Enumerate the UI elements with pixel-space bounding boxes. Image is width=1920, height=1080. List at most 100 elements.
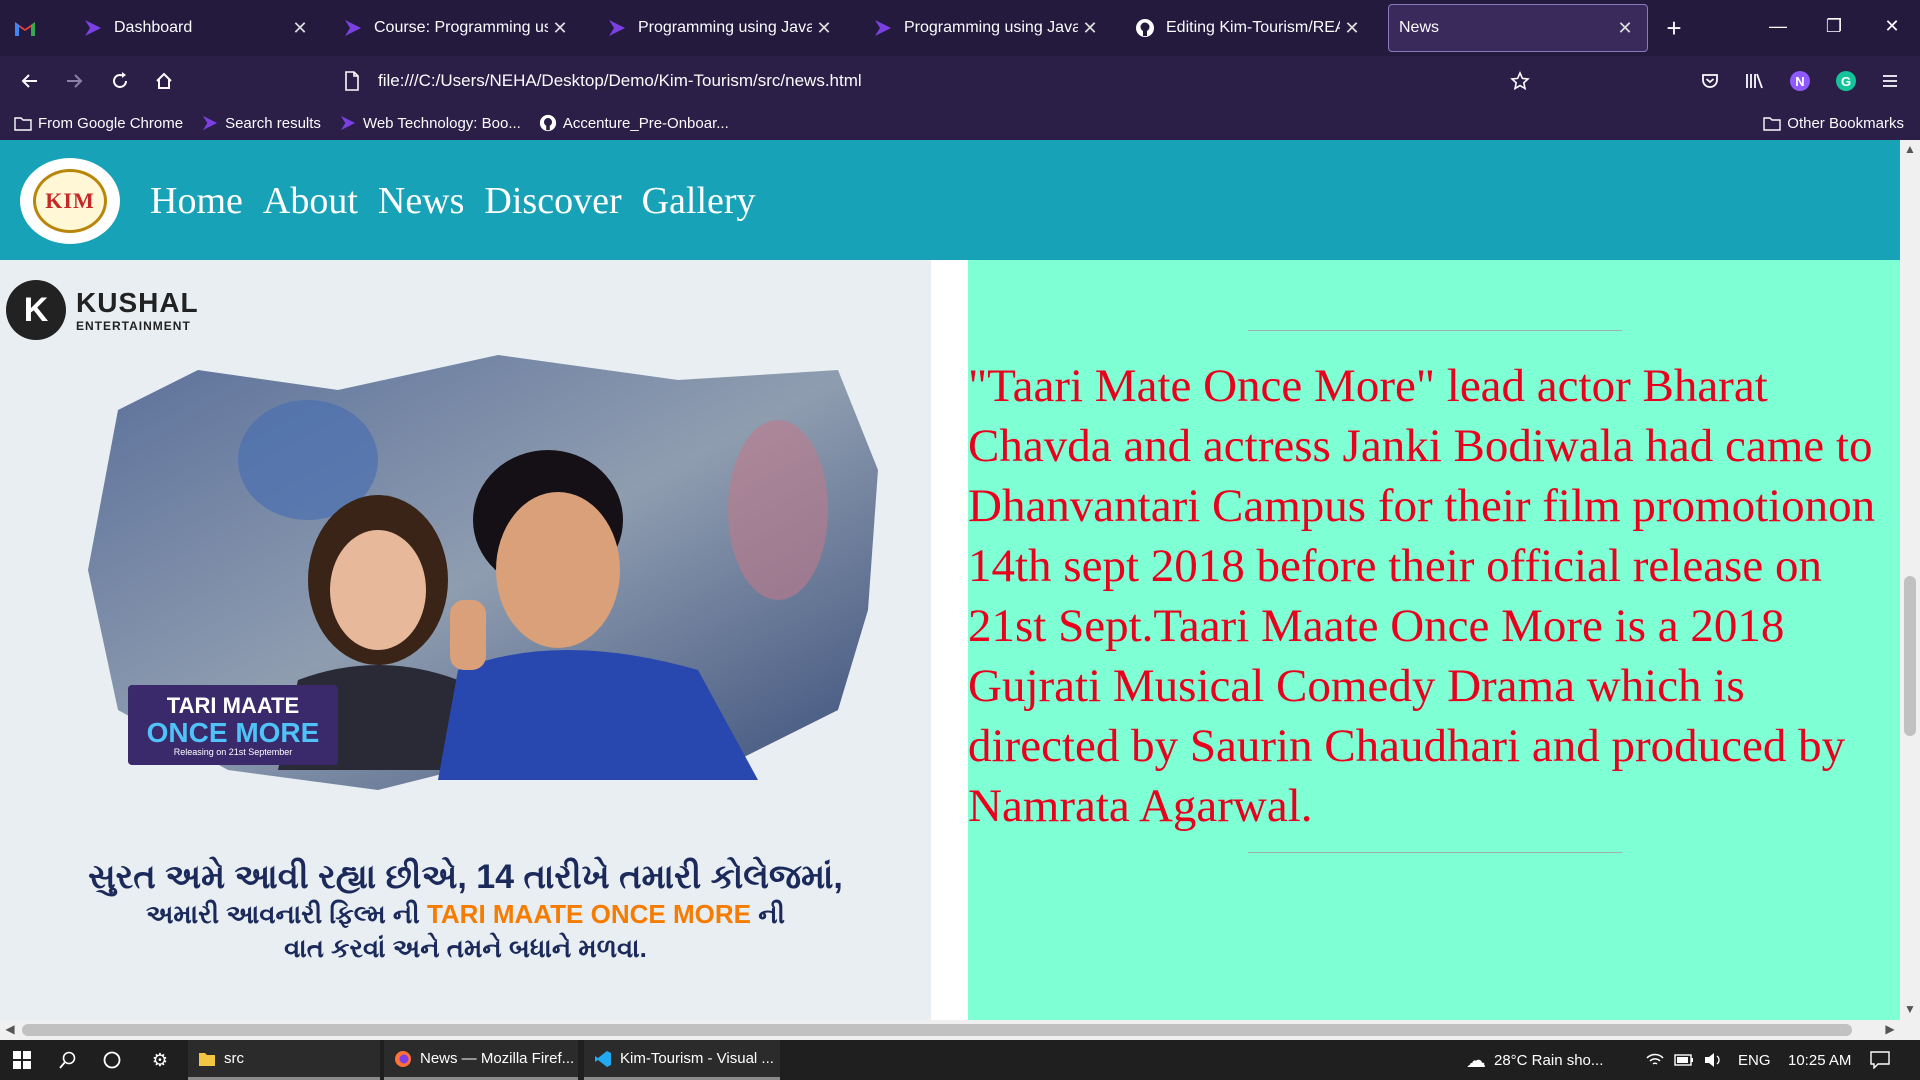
scroll-left-icon[interactable]: ◀ bbox=[2, 1022, 18, 1038]
tab-java-con[interactable]: Programming using Java Con ✕ bbox=[596, 4, 846, 52]
news-poster-image: K KUSHAL ENTERTAINMENT TARI MAATE ONCE M… bbox=[0, 260, 931, 1020]
tab-title: Dashboard bbox=[114, 19, 193, 36]
close-icon[interactable]: ✕ bbox=[1340, 16, 1364, 40]
taskbar-app-firefox[interactable]: News — Mozilla Firef... bbox=[384, 1040, 578, 1080]
tab-news[interactable]: News ✕ bbox=[1388, 4, 1648, 52]
wifi-icon[interactable] bbox=[1646, 1040, 1664, 1080]
library-icon[interactable] bbox=[1738, 65, 1770, 97]
other-bookmarks-label: Other Bookmarks bbox=[1787, 114, 1904, 132]
grammarly-extension-icon[interactable]: G bbox=[1830, 65, 1862, 97]
tab-title: Editing Kim-Tourism/READM bbox=[1166, 19, 1340, 36]
volume-icon[interactable] bbox=[1704, 1040, 1722, 1080]
close-icon[interactable]: ✕ bbox=[1078, 16, 1102, 40]
logo-text: KIM bbox=[45, 188, 95, 213]
tagline-line1: સુરત અમે આવી રહ્યા છીએ, 14 તારીખે તમારી … bbox=[88, 858, 843, 896]
bookmark-label: Accenture_Pre-Onboar... bbox=[562, 114, 729, 132]
kushal-entertainment-logo: K KUSHAL ENTERTAINMENT bbox=[6, 280, 199, 340]
bookmark-star-icon[interactable] bbox=[1506, 67, 1534, 95]
close-icon[interactable]: ✕ bbox=[548, 16, 572, 40]
navigation-toolbar: file:///C:/Users/NEHA/Desktop/Demo/Kim-T… bbox=[0, 56, 1920, 106]
close-icon[interactable]: ✕ bbox=[812, 16, 836, 40]
tab-title: Programming using Java Mo bbox=[904, 19, 1078, 36]
profile-initial: N bbox=[1790, 71, 1810, 91]
tagline-line2-start: અમારી આવનારી ફિલ્મ ની bbox=[145, 899, 427, 929]
horizontal-scroll-thumb[interactable] bbox=[22, 1024, 1852, 1036]
arrow-icon bbox=[872, 17, 894, 39]
tab-gmail[interactable] bbox=[0, 4, 72, 52]
back-arrow-icon bbox=[21, 74, 37, 88]
site-header: KIM Home About News Discover Gallery bbox=[0, 140, 1900, 260]
bookmark-search-results[interactable]: Search results bbox=[201, 114, 321, 132]
language-indicator[interactable]: ENG bbox=[1738, 1040, 1771, 1080]
scroll-down-icon[interactable]: ▼ bbox=[1902, 1002, 1918, 1018]
column-gutter bbox=[931, 260, 968, 1020]
start-button[interactable] bbox=[0, 1040, 44, 1080]
battery-icon[interactable] bbox=[1674, 1040, 1694, 1080]
pocket-icon[interactable] bbox=[1694, 65, 1726, 97]
folder-icon bbox=[198, 1050, 216, 1068]
weather-widget[interactable]: ☁ 28°C Rain sho... bbox=[1466, 1040, 1603, 1080]
arrow-icon bbox=[82, 17, 104, 39]
tab-github-readme[interactable]: Editing Kim-Tourism/READM ✕ bbox=[1124, 4, 1374, 52]
minimize-button[interactable]: — bbox=[1750, 0, 1806, 52]
gmail-icon bbox=[14, 17, 36, 39]
vertical-scrollbar[interactable]: ▲ ▼ bbox=[1900, 140, 1920, 1020]
other-bookmarks[interactable]: Other Bookmarks bbox=[1763, 106, 1904, 140]
back-button[interactable] bbox=[14, 65, 46, 97]
bookmark-web-technology[interactable]: Web Technology: Boo... bbox=[339, 114, 521, 132]
badge-line2: ONCE MORE bbox=[146, 717, 320, 748]
windows-taskbar: ⚙ src News — Mozilla Firef... Kim-Touris… bbox=[0, 1040, 1920, 1080]
clock[interactable]: 10:25 AM bbox=[1788, 1040, 1851, 1080]
scroll-up-icon[interactable]: ▲ bbox=[1902, 142, 1918, 158]
notification-icon[interactable] bbox=[1870, 1040, 1890, 1080]
profile-avatar[interactable]: N bbox=[1784, 65, 1816, 97]
nav-news-link[interactable]: News bbox=[378, 178, 465, 224]
kushal-k-icon: K bbox=[6, 280, 66, 340]
address-bar[interactable]: file:///C:/Users/NEHA/Desktop/Demo/Kim-T… bbox=[334, 63, 1540, 99]
reload-button[interactable] bbox=[104, 65, 136, 97]
horizontal-scrollbar[interactable]: ◀ ▶ bbox=[0, 1020, 1900, 1040]
arrow-icon bbox=[339, 114, 357, 132]
tab-dashboard[interactable]: Dashboard ✕ bbox=[72, 4, 322, 52]
site-nav: Home About News Discover Gallery bbox=[150, 178, 776, 224]
scrollbar-corner bbox=[1900, 1020, 1920, 1040]
tab-java-mo[interactable]: Programming using Java Mo ✕ bbox=[862, 4, 1112, 52]
home-button[interactable] bbox=[148, 65, 180, 97]
logo-emblem: KIM bbox=[33, 169, 107, 233]
nav-about-link[interactable]: About bbox=[263, 178, 358, 224]
restore-button[interactable]: ❐ bbox=[1806, 0, 1862, 52]
tab-course[interactable]: Course: Programming using J ✕ bbox=[332, 4, 582, 52]
settings-button[interactable]: ⚙ bbox=[140, 1040, 180, 1080]
scroll-right-icon[interactable]: ▶ bbox=[1882, 1022, 1898, 1038]
taskbar-app-vscode[interactable]: Kim-Tourism - Visual ... bbox=[584, 1040, 780, 1080]
bookmark-accenture[interactable]: Accenture_Pre-Onboar... bbox=[539, 114, 729, 132]
divider-bottom bbox=[1248, 852, 1622, 853]
vscode-icon bbox=[594, 1050, 612, 1068]
close-icon[interactable]: ✕ bbox=[1613, 16, 1637, 40]
poster-tagline: સુરત અમે આવી રહ્યા છીએ, 14 તારીખે તમારી … bbox=[0, 858, 931, 965]
bookmark-label: Search results bbox=[225, 114, 321, 132]
folder-icon bbox=[1763, 116, 1781, 131]
nav-gallery-link[interactable]: Gallery bbox=[642, 178, 756, 224]
github-icon bbox=[539, 114, 557, 132]
nav-discover-link[interactable]: Discover bbox=[484, 178, 621, 224]
close-icon[interactable]: ✕ bbox=[288, 16, 312, 40]
brand-sub: ENTERTAINMENT bbox=[76, 319, 191, 333]
forward-button[interactable] bbox=[58, 65, 90, 97]
close-window-button[interactable]: ✕ bbox=[1864, 0, 1920, 52]
new-tab-button[interactable]: + bbox=[1660, 14, 1688, 42]
bookmarks-bar: From Google Chrome Search results Web Te… bbox=[0, 106, 1920, 140]
cloud-rain-icon: ☁ bbox=[1466, 1049, 1486, 1072]
site-logo[interactable]: KIM bbox=[20, 158, 120, 244]
nav-home-link[interactable]: Home bbox=[150, 178, 243, 224]
folder-icon bbox=[14, 114, 32, 132]
bookmark-from-google-chrome[interactable]: From Google Chrome bbox=[14, 114, 183, 132]
news-content: K KUSHAL ENTERTAINMENT TARI MAATE ONCE M… bbox=[0, 260, 1900, 1020]
vertical-scroll-thumb[interactable] bbox=[1904, 576, 1916, 736]
url-text[interactable]: file:///C:/Users/NEHA/Desktop/Demo/Kim-T… bbox=[378, 71, 1506, 91]
search-button[interactable] bbox=[48, 1040, 88, 1080]
taskbar-app-explorer[interactable]: src bbox=[188, 1040, 380, 1080]
menu-icon[interactable] bbox=[1874, 65, 1906, 97]
cortana-button[interactable] bbox=[92, 1040, 132, 1080]
arrow-icon bbox=[201, 114, 219, 132]
